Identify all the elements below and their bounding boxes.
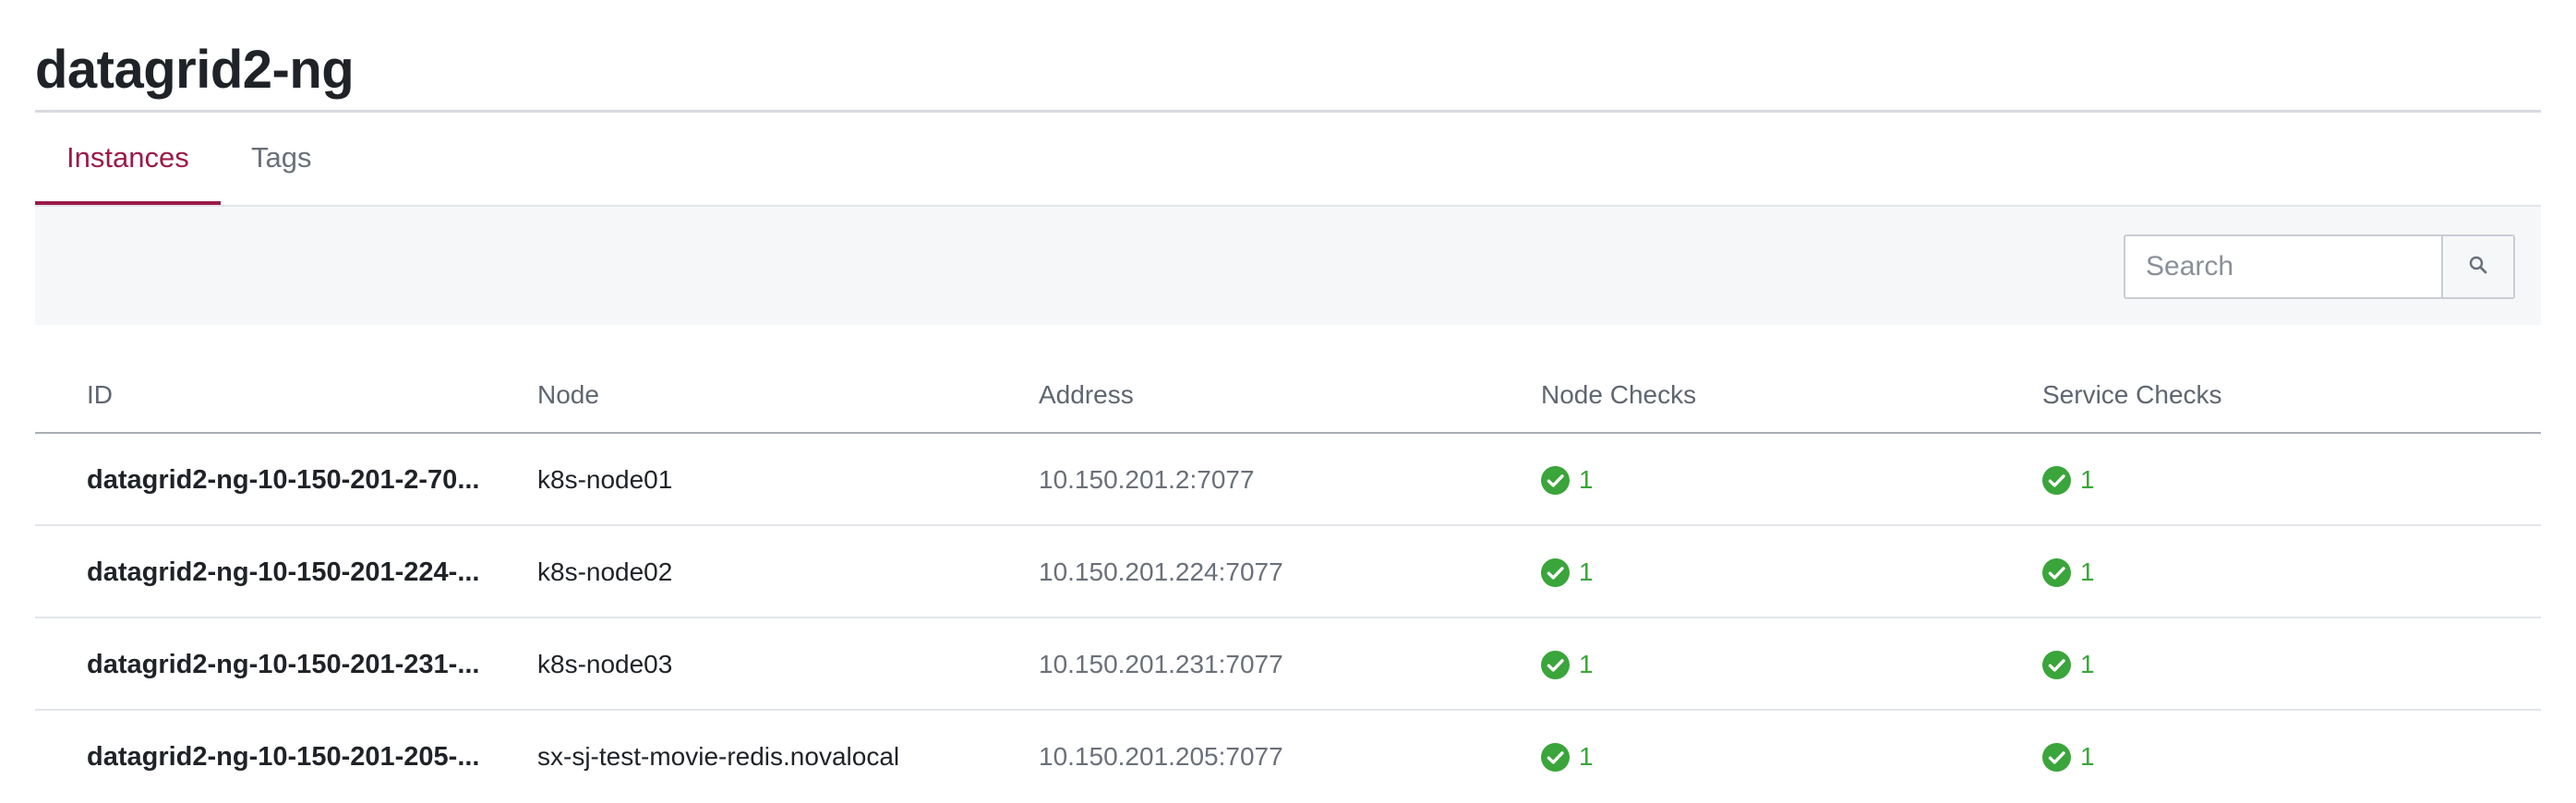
- check-circle-icon: [2042, 742, 2071, 772]
- page-title: datagrid2-ng: [35, 40, 355, 100]
- check-circle-icon: [1541, 557, 1570, 587]
- page: datagrid2-ng Instances Tags ID Node Addr…: [0, 0, 2576, 797]
- instance-node[interactable]: sx-sj-test-movie-redis.novalocal: [537, 711, 899, 803]
- node-checks: 1: [1541, 711, 1594, 803]
- instance-node[interactable]: k8s-node03: [537, 618, 672, 711]
- node-checks: 1: [1541, 618, 1594, 711]
- column-header-node-checks[interactable]: Node Checks: [1541, 380, 1696, 410]
- instance-address: 10.150.201.2:7077: [1039, 465, 1255, 494]
- instance-id[interactable]: datagrid2-ng-10-150-201-224-...: [87, 526, 479, 618]
- instance-id[interactable]: datagrid2-ng-10-150-201-2-70...: [87, 434, 479, 526]
- instance-id[interactable]: datagrid2-ng-10-150-201-231-...: [87, 618, 479, 711]
- instance-node[interactable]: k8s-node02: [537, 526, 672, 618]
- service-checks-count: 1: [2080, 557, 2095, 586]
- instance-address: 10.150.201.205:7077: [1039, 742, 1283, 771]
- search-box: [2124, 234, 2515, 299]
- search-input[interactable]: [2125, 236, 2443, 297]
- search-button[interactable]: [2441, 236, 2513, 297]
- instance-node[interactable]: k8s-node01: [537, 434, 672, 526]
- table-row[interactable]: datagrid2-ng-10-150-201-224-... k8s-node…: [35, 526, 2541, 618]
- node-checks-count: 1: [1579, 465, 1594, 494]
- title-divider: [35, 110, 2541, 113]
- service-checks-count: 1: [2080, 465, 2095, 494]
- column-header-service-checks[interactable]: Service Checks: [2042, 380, 2222, 410]
- table-header: ID Node Address Node Checks Service Chec…: [35, 325, 2541, 434]
- table-row[interactable]: datagrid2-ng-10-150-201-2-70... k8s-node…: [35, 434, 2541, 526]
- node-checks: 1: [1541, 526, 1594, 618]
- check-circle-icon: [2042, 465, 2071, 495]
- instance-address: 10.150.201.224:7077: [1039, 557, 1283, 586]
- instances-table: ID Node Address Node Checks Service Chec…: [35, 325, 2541, 803]
- node-checks-count: 1: [1579, 557, 1594, 586]
- service-checks: 1: [2042, 434, 2095, 526]
- column-header-node[interactable]: Node: [537, 380, 599, 410]
- node-checks-count: 1: [1579, 742, 1594, 771]
- check-circle-icon: [2042, 650, 2071, 679]
- node-checks-count: 1: [1579, 650, 1594, 678]
- instance-address: 10.150.201.231:7077: [1039, 650, 1283, 678]
- search-icon: [2467, 254, 2489, 281]
- check-circle-icon: [1541, 650, 1570, 679]
- service-checks: 1: [2042, 618, 2095, 711]
- check-circle-icon: [1541, 465, 1570, 495]
- column-header-id[interactable]: ID: [87, 380, 113, 410]
- column-header-address[interactable]: Address: [1039, 380, 1134, 410]
- tab-tags[interactable]: Tags: [251, 118, 311, 205]
- service-checks: 1: [2042, 711, 2095, 803]
- check-circle-icon: [2042, 557, 2071, 587]
- tab-instances[interactable]: Instances: [35, 118, 221, 205]
- instance-id[interactable]: datagrid2-ng-10-150-201-205-...: [87, 711, 479, 803]
- table-row[interactable]: datagrid2-ng-10-150-201-231-... k8s-node…: [35, 618, 2541, 711]
- check-circle-icon: [1541, 742, 1570, 772]
- service-checks-count: 1: [2080, 742, 2095, 771]
- node-checks: 1: [1541, 434, 1594, 526]
- service-checks: 1: [2042, 526, 2095, 618]
- table-row[interactable]: datagrid2-ng-10-150-201-205-... sx-sj-te…: [35, 711, 2541, 803]
- filter-toolbar: [35, 207, 2541, 325]
- tab-bar: Instances Tags: [35, 118, 2541, 205]
- service-checks-count: 1: [2080, 650, 2095, 678]
